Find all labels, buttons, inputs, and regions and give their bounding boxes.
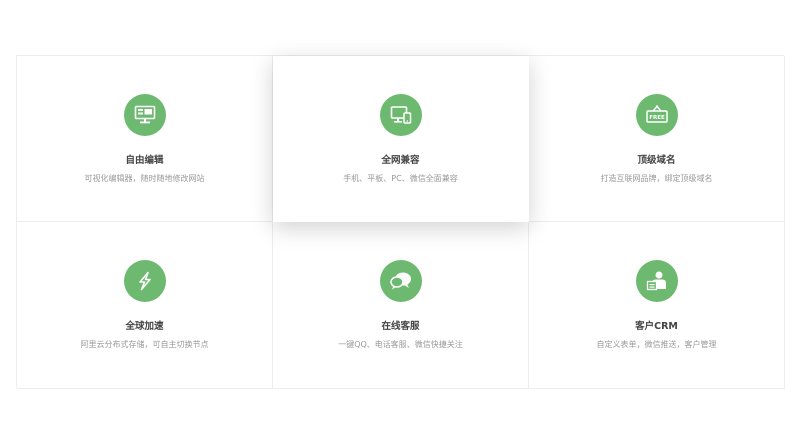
feature-title: 顶级域名 <box>637 155 676 166</box>
feature-title: 在线客服 <box>381 321 420 332</box>
multi-device-icon <box>379 94 422 136</box>
customer-profile-icon <box>635 260 678 302</box>
monitor-editor-icon <box>123 94 166 136</box>
feature-title: 全球加速 <box>125 321 164 332</box>
feature-card-online-service[interactable]: 在线客服 一键QQ、电话客服、微信快捷关注 <box>273 222 529 389</box>
feature-card-crm[interactable]: 客户CRM 自定义表单，微信推送，客户管理 <box>529 222 785 389</box>
feature-title: 自由编辑 <box>125 155 164 166</box>
feature-card-cross-platform[interactable]: 全网兼容 手机、平板、PC、微信全面兼容 <box>273 56 529 222</box>
feature-description: 打造互联网品牌，绑定顶级域名 <box>600 174 713 183</box>
feature-description: 手机、平板、PC、微信全面兼容 <box>343 174 458 183</box>
feature-description: 可视化编辑器，随时随地修改网站 <box>84 174 205 183</box>
feature-card-top-domain[interactable]: FREE 顶级域名 打造互联网品牌，绑定顶级域名 <box>529 56 785 222</box>
feature-description: 阿里云分布式存储，可自主切换节点 <box>80 340 209 349</box>
chat-bubbles-icon <box>379 260 422 302</box>
feature-description: 自定义表单，微信推送，客户管理 <box>596 340 717 349</box>
features-grid: 自由编辑 可视化编辑器，随时随地修改网站 全网兼容 手机、平板、PC、微信全面兼… <box>16 55 785 389</box>
feature-card-global-acceleration[interactable]: 全球加速 阿里云分布式存储，可自主切换节点 <box>17 222 273 389</box>
feature-title: 客户CRM <box>635 321 678 332</box>
free-label: FREE <box>649 115 665 121</box>
feature-title: 全网兼容 <box>381 155 420 166</box>
free-domain-sign-icon: FREE <box>635 94 678 136</box>
feature-card-free-edit[interactable]: 自由编辑 可视化编辑器，随时随地修改网站 <box>17 56 273 222</box>
feature-description: 一键QQ、电话客服、微信快捷关注 <box>338 340 463 349</box>
lightning-icon <box>123 260 166 302</box>
